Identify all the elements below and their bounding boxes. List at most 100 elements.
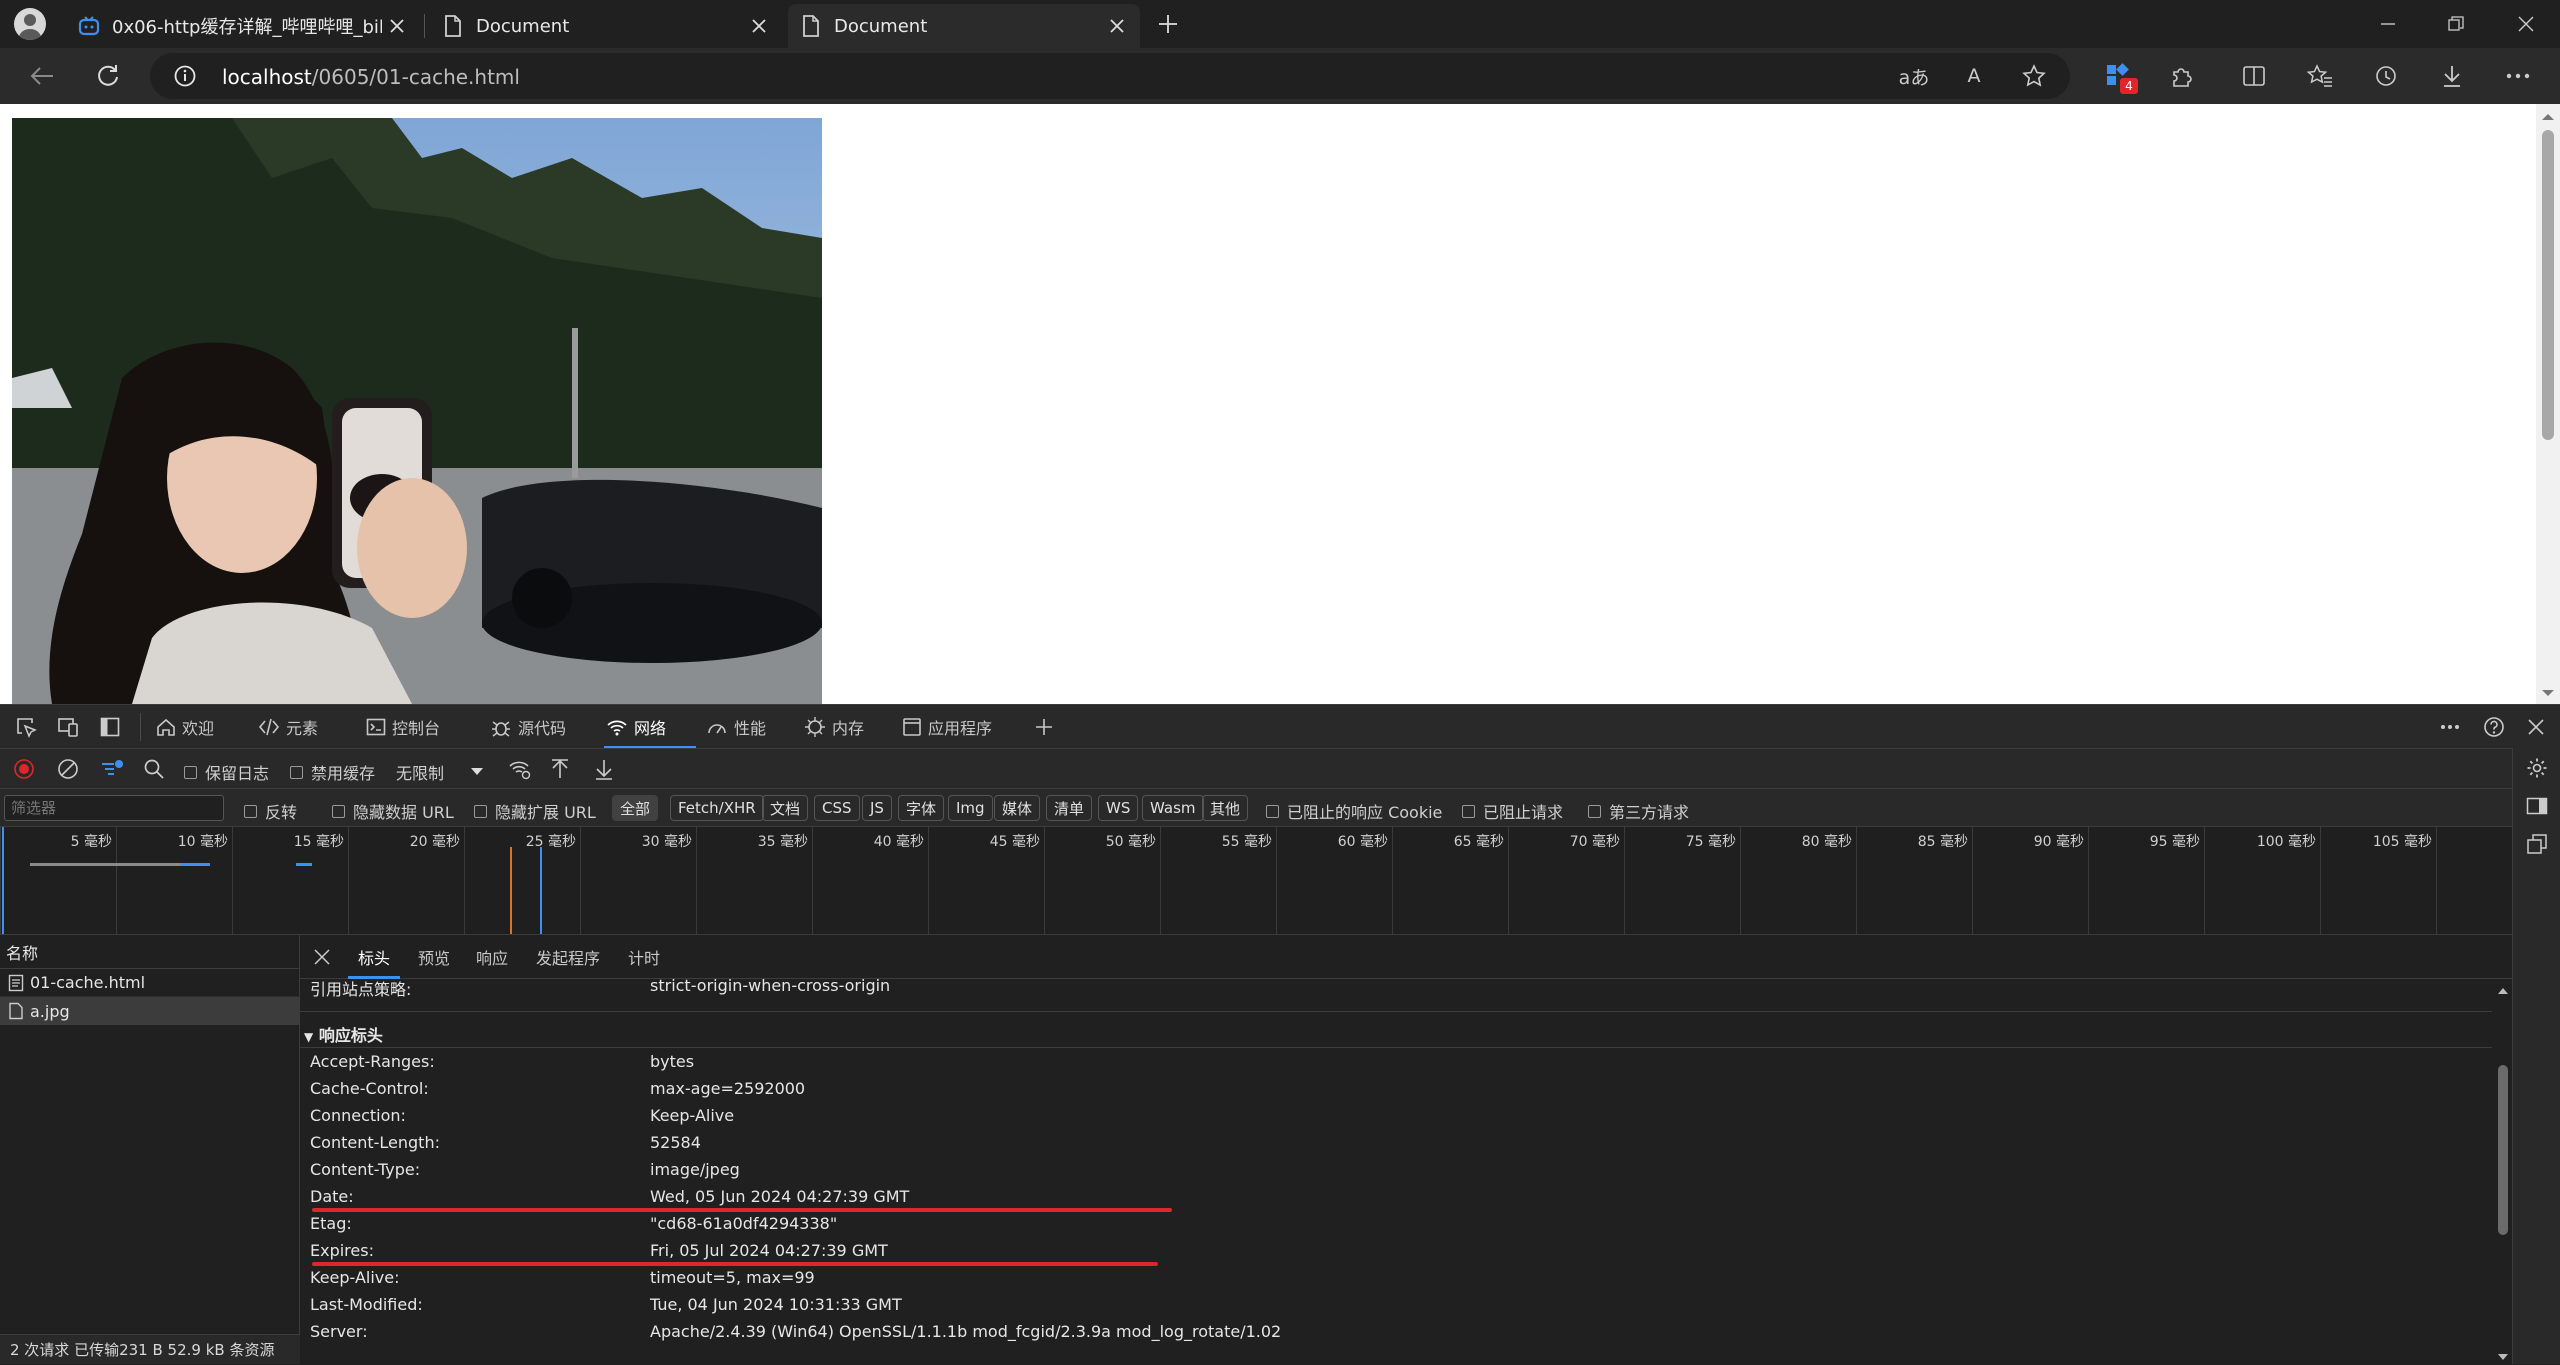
checkbox-label: 隐藏扩展 URL xyxy=(495,803,596,822)
tab-elements[interactable]: 元素 xyxy=(258,705,318,749)
favorites-button[interactable] xyxy=(2300,56,2340,96)
type-filter-img[interactable]: Img xyxy=(948,795,993,821)
more-tools-button[interactable] xyxy=(1024,707,1064,747)
extension-badge-button[interactable]: 4 xyxy=(2098,56,2138,96)
tab-document-1[interactable]: Document xyxy=(430,4,782,48)
close-details-button[interactable] xyxy=(302,937,342,977)
scroll-down-arrow-icon[interactable] xyxy=(2494,1351,2512,1363)
tab-sources[interactable]: 源代码 xyxy=(490,705,566,749)
split-screen-button[interactable] xyxy=(2234,56,2274,96)
tab-label: 标头 xyxy=(358,949,391,968)
disable-cache-checkbox[interactable]: 禁用缓存 xyxy=(290,760,375,784)
type-filter-all[interactable]: 全部 xyxy=(612,795,659,821)
favorite-button[interactable] xyxy=(2014,56,2054,96)
undock-button[interactable] xyxy=(2517,824,2557,864)
tab-console[interactable]: 控制台 xyxy=(366,705,440,749)
throttling-select[interactable]: 无限制 xyxy=(396,760,484,784)
timeline-tick-label: 60 毫秒 xyxy=(1337,834,1388,850)
list-header[interactable]: 名称 xyxy=(0,935,300,969)
page-scrollbar[interactable] xyxy=(2536,104,2560,704)
close-tab-icon[interactable] xyxy=(382,11,412,41)
type-filter-other[interactable]: 其他 xyxy=(1202,795,1249,821)
type-filter-doc[interactable]: 文档 xyxy=(762,795,809,821)
network-conditions-button[interactable] xyxy=(500,749,540,789)
blocked-requests-checkbox[interactable]: 已阻止请求 xyxy=(1462,799,1563,823)
tab-welcome[interactable]: 欢迎 xyxy=(156,705,214,749)
scrollbar-thumb[interactable] xyxy=(2498,1065,2508,1235)
read-aloud-button[interactable]: A xyxy=(1954,56,1994,96)
hide-data-url-checkbox[interactable]: 隐藏数据 URL xyxy=(332,799,454,823)
record-button[interactable] xyxy=(4,749,44,789)
checkbox-label: 禁用缓存 xyxy=(311,764,376,783)
filter-toggle-button[interactable] xyxy=(92,749,132,789)
tab-document-2[interactable]: Document xyxy=(788,4,1140,48)
scroll-up-arrow-icon[interactable] xyxy=(2494,985,2512,997)
scroll-up-arrow-icon[interactable] xyxy=(2536,110,2560,124)
restore-button[interactable] xyxy=(2436,4,2476,44)
hide-extension-url-checkbox[interactable]: 隐藏扩展 URL xyxy=(474,799,596,823)
downloads-button[interactable] xyxy=(2432,56,2472,96)
third-party-checkbox[interactable]: 第三方请求 xyxy=(1588,799,1689,823)
close-devtools-button[interactable] xyxy=(2516,707,2556,747)
tab-memory[interactable]: 内存 xyxy=(804,705,864,749)
address-bar[interactable]: localhost/0605/01-cache.html aあ A xyxy=(150,53,2070,99)
pill-label: Wasm xyxy=(1150,799,1196,817)
type-filter-wasm[interactable]: Wasm xyxy=(1142,795,1204,821)
network-settings-button[interactable] xyxy=(2517,748,2557,788)
section-divider xyxy=(300,1047,2492,1048)
extensions-button[interactable] xyxy=(2162,56,2202,96)
details-scrollbar[interactable] xyxy=(2494,979,2512,1365)
search-button[interactable] xyxy=(134,749,174,789)
scrollbar-thumb[interactable] xyxy=(2542,130,2554,440)
timeline-selection-left[interactable] xyxy=(2,827,4,935)
timeline-tick: 10 毫秒 xyxy=(116,827,232,935)
inspect-element-button[interactable] xyxy=(6,707,46,747)
type-filter-media[interactable]: 媒体 xyxy=(994,795,1041,821)
scroll-down-arrow-icon[interactable] xyxy=(2536,686,2560,700)
devtools-more-button[interactable] xyxy=(2430,707,2470,747)
close-window-button[interactable] xyxy=(2506,4,2546,44)
tab-bilibili[interactable]: 0x06-http缓存详解_哔哩哔哩_bili xyxy=(64,4,420,48)
timeline-tick: 60 毫秒 xyxy=(1276,827,1392,935)
export-har-button[interactable] xyxy=(584,749,624,789)
close-tab-icon[interactable] xyxy=(744,11,774,41)
site-info-icon[interactable] xyxy=(174,65,196,87)
clear-button[interactable] xyxy=(48,749,88,789)
toggle-sidebar-button[interactable] xyxy=(90,707,130,747)
checkbox-box xyxy=(290,765,303,779)
response-headers-section-toggle[interactable]: ▼ 响应标头 xyxy=(304,1019,2484,1046)
type-filter-fetch-xhr[interactable]: Fetch/XHR xyxy=(670,795,764,821)
close-tab-icon[interactable] xyxy=(1102,11,1132,41)
dock-side-button[interactable] xyxy=(2517,786,2557,826)
type-filter-ws[interactable]: WS xyxy=(1098,795,1139,821)
new-tab-button[interactable] xyxy=(1148,4,1188,44)
device-emulation-button[interactable] xyxy=(48,707,88,747)
translate-button[interactable]: aあ xyxy=(1894,56,1934,96)
history-button[interactable] xyxy=(2366,56,2406,96)
timeline-tick: 85 毫秒 xyxy=(1856,827,1972,935)
back-button[interactable] xyxy=(22,56,62,96)
tab-network[interactable]: 网络 xyxy=(606,705,666,749)
type-filter-css[interactable]: CSS xyxy=(814,795,860,821)
type-filter-js[interactable]: JS xyxy=(862,795,892,821)
network-overview-timeline[interactable]: 5 毫秒 10 毫秒 15 毫秒 20 毫秒 25 毫秒 30 毫秒 35 毫秒 40 毫秒 4… xyxy=(0,826,2548,935)
tab-performance[interactable]: 性能 xyxy=(706,705,766,749)
invert-checkbox[interactable]: 反转 xyxy=(244,799,297,823)
blocked-cookies-checkbox[interactable]: 已阻止的响应 Cookie xyxy=(1266,799,1442,823)
tab-application[interactable]: 应用程序 xyxy=(902,705,992,749)
minimize-button[interactable] xyxy=(2368,4,2408,44)
request-row-selected[interactable]: a.jpg xyxy=(0,997,300,1025)
import-har-button[interactable] xyxy=(540,749,580,789)
request-row[interactable]: 01-cache.html xyxy=(0,969,300,997)
settings-more-button[interactable] xyxy=(2498,56,2538,96)
timeline-tick-label: 25 毫秒 xyxy=(525,834,576,850)
type-filter-font[interactable]: 字体 xyxy=(898,795,945,821)
profile-avatar[interactable] xyxy=(14,8,46,40)
restore-icon xyxy=(2448,16,2464,31)
help-button[interactable] xyxy=(2474,707,2514,747)
type-filter-manifest[interactable]: 清单 xyxy=(1046,795,1093,821)
header-key: Date: xyxy=(310,1187,354,1206)
filter-input[interactable] xyxy=(4,795,224,821)
preserve-log-checkbox[interactable]: 保留日志 xyxy=(184,760,269,784)
refresh-button[interactable] xyxy=(88,56,128,96)
